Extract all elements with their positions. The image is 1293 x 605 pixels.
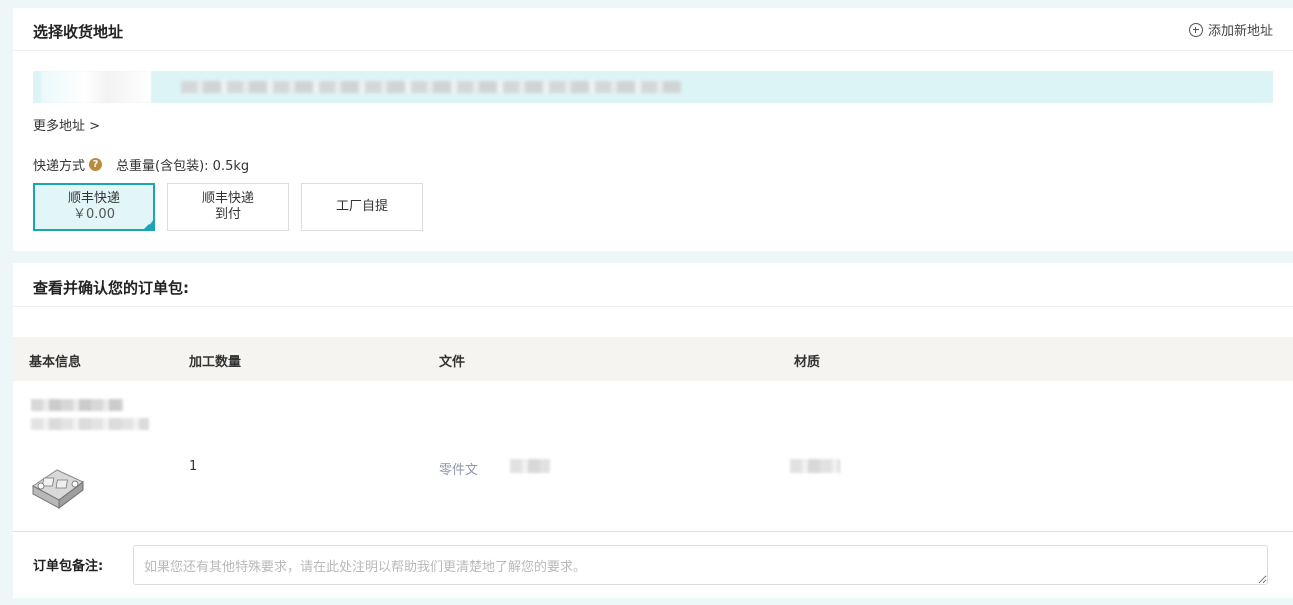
column-header-basic-info: 基本信息 (29, 355, 82, 370)
address-section-title: 选择收货地址 (33, 23, 124, 41)
part-thumbnail[interactable] (27, 460, 89, 512)
order-section-title: 查看并确认您的订单包: (33, 279, 189, 297)
address-detail-redacted (181, 81, 681, 93)
shipping-option-name: 顺丰快递 (67, 191, 120, 206)
column-header-quantity: 加工数量 (189, 355, 242, 370)
quantity-value: 1 (189, 459, 198, 474)
remark-label: 订单包备注: (33, 559, 104, 574)
shipping-option-name: 工厂自提 (335, 199, 388, 214)
file-name-redacted (510, 459, 550, 473)
shipping-option-sf-cod[interactable]: 顺丰快递 到付 (167, 183, 289, 231)
shipping-option-price: ￥0.00 (73, 207, 115, 222)
question-icon[interactable]: ? (89, 158, 103, 171)
address-card: 选择收货地址 添加新地址 更多地址 > 快递方式 ? 总重量(含包装): 0.5… (13, 8, 1293, 251)
shipping-option-sub: 到付 (214, 207, 241, 222)
add-new-address-label: 添加新地址 (1207, 24, 1273, 39)
part-name-redacted (31, 399, 123, 411)
column-header-file: 文件 (439, 355, 466, 370)
divider (13, 306, 1293, 307)
shipping-method-label: 快递方式 (33, 159, 86, 174)
add-new-address-button[interactable]: 添加新地址 (1188, 20, 1273, 39)
more-addresses-link[interactable]: 更多地址 > (33, 115, 100, 134)
file-link[interactable]: 零件文 (439, 459, 478, 478)
check-corner-icon (143, 219, 154, 230)
shipping-option-name: 顺丰快递 (201, 191, 254, 206)
total-weight-label: 总重量(含包装): 0.5kg (116, 159, 250, 174)
column-header-material: 材质 (794, 355, 821, 370)
shipping-option-sf-express[interactable]: 顺丰快递 ￥0.00 (33, 183, 155, 231)
shipping-option-factory-pickup[interactable]: 工厂自提 (301, 183, 423, 231)
order-card: 查看并确认您的订单包: 基本信息 加工数量 文件 材质 1 零件文 订单包备注: (13, 263, 1293, 598)
selected-address-row[interactable] (33, 71, 1273, 103)
shipping-method-row: 快递方式 ? 总重量(含包装): 0.5kg (33, 155, 249, 174)
row-divider (13, 531, 1293, 532)
order-remark-input[interactable] (133, 545, 1268, 585)
address-recipient-redacted (41, 71, 151, 103)
table-header: 基本信息 加工数量 文件 材质 (13, 337, 1293, 381)
plus-circle-icon (1188, 22, 1203, 37)
part-desc-redacted (31, 418, 149, 430)
divider (13, 50, 1293, 51)
material-redacted (790, 459, 840, 473)
